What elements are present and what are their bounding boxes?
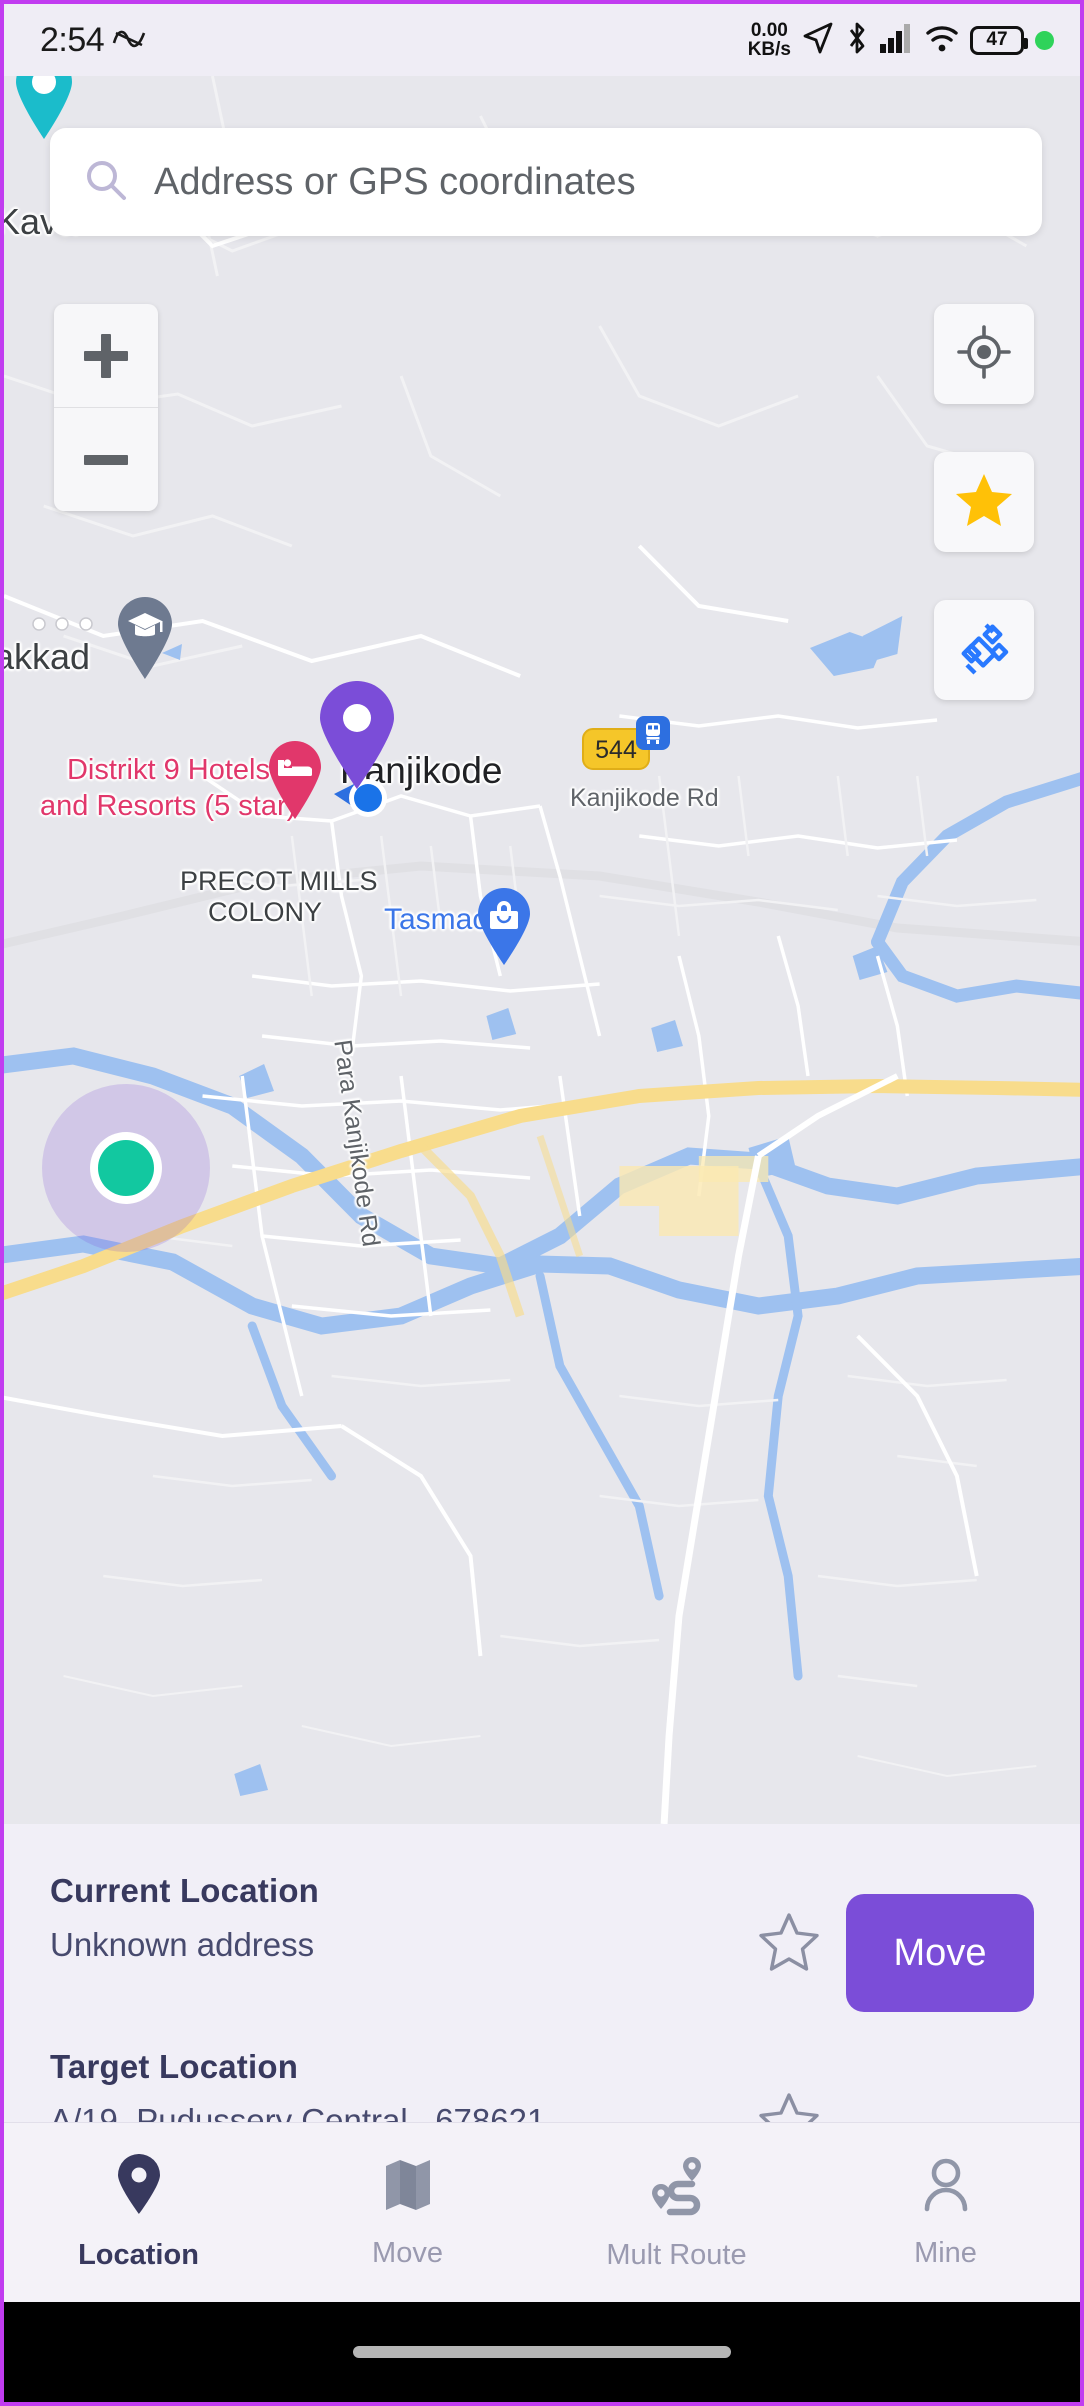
cellular-signal-icon [880,23,914,58]
store-pin[interactable] [476,888,532,971]
zoom-in-button[interactable] [54,304,158,407]
target-pin[interactable] [316,680,398,796]
blue-flag-icon [162,644,184,667]
wave-icon [112,26,146,54]
zoom-controls[interactable] [54,304,158,511]
system-gesture-bar[interactable] [4,2302,1080,2402]
dotted-path-icon [32,614,102,639]
battery-level: 47 [986,29,1008,50]
bluetooth-icon [845,21,869,60]
current-location-value: Unknown address [50,1926,315,1963]
nav-item-move[interactable]: Move [273,2123,542,2302]
crosshair-icon [956,324,1012,385]
nav-label-mult-route: Mult Route [606,2238,747,2271]
location-arrow-icon [802,21,834,60]
target-location-title: Target Location [50,2048,299,2085]
current-location-row: Current Location Unknown address Move [50,1872,1034,2012]
minus-icon [84,454,128,465]
battery-icon: 47 [970,25,1028,55]
search-input[interactable]: Address or GPS coordinates [154,161,636,204]
move-button[interactable]: Move [846,1894,1034,2012]
map-icon [382,2156,434,2219]
current-location-texts: Current Location Unknown address [50,1872,758,1964]
location-pin-icon [115,2153,163,2221]
network-speed: 0.00 KB/s [747,19,791,60]
nav-item-location[interactable]: Location [4,2123,273,2302]
school-pin[interactable] [114,596,176,685]
favorites-button[interactable] [934,452,1034,552]
search-bar[interactable]: Address or GPS coordinates [50,128,1042,236]
route-icon [648,2154,706,2221]
nav-label-location: Location [78,2238,199,2271]
bottom-navigation: Location Move Mult Route Mine [4,2122,1080,2302]
wifi-icon [925,23,959,58]
network-speed-unit: KB/s [747,39,791,60]
zoom-out-button[interactable] [54,408,158,511]
plus-icon [84,333,128,378]
gesture-handle[interactable] [353,2346,731,2358]
search-icon [84,158,128,207]
nav-item-mult-route[interactable]: Mult Route [542,2123,811,2302]
satellite-icon [955,619,1013,682]
nav-item-mine[interactable]: Mine [811,2123,1080,2302]
nav-label-move: Move [372,2236,443,2269]
map-vector-base: .rd { stroke:#ffffff; fill:none; } .rdt … [4,76,1080,1824]
saved-location-dot[interactable] [36,1078,216,1263]
map-canvas[interactable]: .rd { stroke:#ffffff; fill:none; } .rdt … [4,76,1080,1824]
current-location-title: Current Location [50,1872,320,1909]
status-bar-left: 2:54 [40,21,146,60]
phone-screen: .rd { stroke:#ffffff; fill:none; } .rdt … [0,0,1084,2406]
my-location-button[interactable] [934,304,1034,404]
map-action-buttons [934,304,1034,748]
satellite-layer-button[interactable] [934,600,1034,700]
svg-text:544: 544 [595,736,637,764]
status-time: 2:54 [40,20,105,59]
train-station-icon[interactable] [636,716,670,755]
status-bar-right: 0.00 KB/s 47 [747,19,1054,60]
nav-label-mine: Mine [914,2236,977,2269]
green-dot-icon [1035,30,1054,50]
person-icon [920,2156,972,2219]
current-location-star-button[interactable] [758,1912,820,1977]
star-icon [955,472,1013,533]
network-speed-value: 0.00 [750,19,788,41]
status-bar: 2:54 0.00 KB/s 47 [4,4,1080,76]
